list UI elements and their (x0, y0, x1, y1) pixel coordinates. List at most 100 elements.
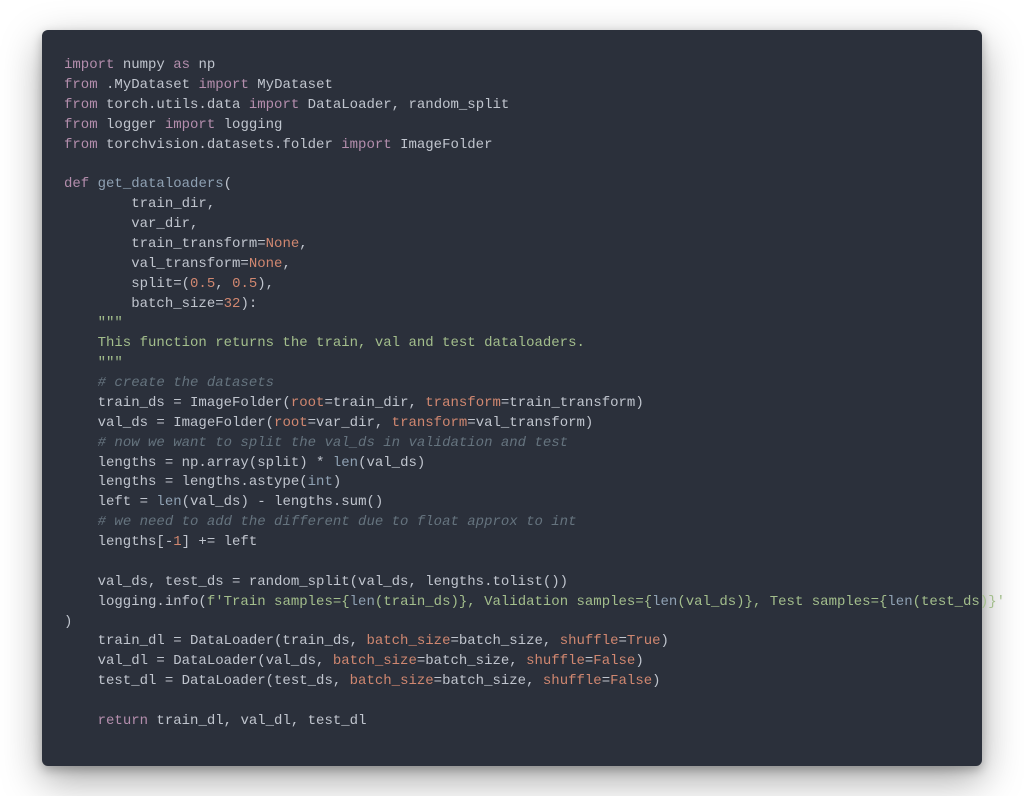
code-token-keyword: from (64, 117, 98, 133)
code-token-builtin: int (308, 474, 333, 490)
code-token-plain: ), (257, 276, 274, 292)
code-token-string: This function returns the train, val and… (64, 335, 585, 351)
code-token-const: None (266, 236, 300, 252)
code-token-plain: logging.info( (64, 594, 207, 610)
code-token-keyword: import (198, 77, 248, 93)
code-token-param: shuffle (543, 673, 602, 689)
code-token-const: False (610, 673, 652, 689)
code-token-plain (64, 713, 98, 729)
code-token-plain: MyDataset (249, 77, 333, 93)
code-token-plain: logger (98, 117, 165, 133)
code-token-plain: ) (652, 673, 660, 689)
code-token-plain: logging (215, 117, 282, 133)
code-token-plain: , (299, 236, 307, 252)
code-token-param: batch_size (366, 633, 450, 649)
code-token-string: (val_ds)}, Test samples={ (677, 594, 887, 610)
code-token-comment: # create the datasets (98, 375, 274, 391)
code-token-plain: train_transform= (64, 236, 266, 252)
code-block: import numpy as np from .MyDataset impor… (64, 56, 960, 732)
code-token-plain: torchvision.datasets.folder (98, 137, 342, 153)
code-token-param: root (274, 415, 308, 431)
code-token-plain: val_ds = ImageFolder( (64, 415, 274, 431)
code-token-plain: ] += left (182, 534, 258, 550)
code-token-param: transform (392, 415, 468, 431)
code-token-plain: = (602, 673, 610, 689)
code-token-plain: lengths = lengths.astype( (64, 474, 308, 490)
code-token-number: 0.5 (190, 276, 215, 292)
code-token-plain: , (215, 276, 232, 292)
code-token-plain: train_ds = ImageFolder( (64, 395, 291, 411)
code-token-plain: DataLoader, random_split (299, 97, 509, 113)
code-token-plain: , (282, 256, 290, 272)
code-token-const: None (249, 256, 283, 272)
code-token-plain: =batch_size, (417, 653, 526, 669)
code-token-plain: train_dir, (64, 196, 215, 212)
code-token-param: transform (425, 395, 501, 411)
code-token-plain: var_dir, (64, 216, 198, 232)
code-token-plain (64, 375, 98, 391)
code-token-plain: train_dl, val_dl, test_dl (148, 713, 366, 729)
code-token-keyword: import (64, 57, 114, 73)
code-token-param: shuffle (560, 633, 619, 649)
code-token-param: shuffle (526, 653, 585, 669)
code-token-plain: =train_dir, (324, 395, 425, 411)
code-token-plain: torch.utils.data (98, 97, 249, 113)
code-token-keyword: as (173, 57, 190, 73)
code-token-plain: val_ds, test_ds = random_split(val_ds, l… (64, 574, 568, 590)
code-token-plain: split=( (64, 276, 190, 292)
code-token-builtin: len (156, 494, 181, 510)
code-token-plain (64, 514, 98, 530)
code-token-plain: ( (224, 176, 232, 192)
code-token-plain: batch_size= (64, 296, 224, 312)
code-token-plain: val_transform= (64, 256, 249, 272)
code-token-plain: ): (240, 296, 257, 312)
code-token-plain: = (619, 633, 627, 649)
code-token-plain: .MyDataset (98, 77, 199, 93)
code-token-string: (test_ds)}' (913, 594, 1005, 610)
code-token-keyword: from (64, 137, 98, 153)
code-token-string: f'Train samples={ (207, 594, 350, 610)
code-token-builtin: len (652, 594, 677, 610)
code-token-keyword: import (165, 117, 215, 133)
code-token-plain (64, 315, 98, 331)
code-token-number: 0.5 (232, 276, 257, 292)
code-token-plain: ) (661, 633, 669, 649)
code-token-plain (64, 435, 98, 451)
code-token-const: False (593, 653, 635, 669)
code-token-builtin: len (333, 455, 358, 471)
code-token-plain: left = (64, 494, 156, 510)
code-token-plain: lengths = np.array(split) * (64, 455, 333, 471)
code-token-plain: =val_transform) (467, 415, 593, 431)
code-token-plain: val_dl = DataLoader(val_ds, (64, 653, 333, 669)
code-token-plain: (val_ds) (358, 455, 425, 471)
code-token-plain: lengths[- (64, 534, 173, 550)
code-token-keyword: import (341, 137, 391, 153)
code-token-plain: test_dl = DataLoader(test_ds, (64, 673, 350, 689)
code-token-param: root (291, 395, 325, 411)
code-card: import numpy as np from .MyDataset impor… (42, 30, 982, 766)
code-token-keyword: import (249, 97, 299, 113)
code-token-param: batch_size (333, 653, 417, 669)
code-token-plain: ) (333, 474, 341, 490)
code-token-funcname: get_dataloaders (98, 176, 224, 192)
code-token-builtin: len (350, 594, 375, 610)
code-token-plain: np (190, 57, 215, 73)
code-token-string: (train_ds)}, Validation samples={ (375, 594, 652, 610)
code-token-plain: ) (635, 653, 643, 669)
code-token-plain: =batch_size, (434, 673, 543, 689)
code-token-plain: (val_ds) - lengths.sum() (182, 494, 384, 510)
code-token-string: """ (64, 355, 123, 371)
code-token-const: True (627, 633, 661, 649)
code-token-string: """ (98, 315, 123, 331)
code-token-plain: train_dl = DataLoader(train_ds, (64, 633, 366, 649)
code-token-plain: numpy (114, 57, 173, 73)
code-token-comment: # we need to add the different due to fl… (98, 514, 577, 530)
code-token-keyword: def (64, 176, 89, 192)
code-token-plain: =batch_size, (450, 633, 559, 649)
code-token-plain (89, 176, 97, 192)
code-token-param: batch_size (350, 673, 434, 689)
code-token-plain: =var_dir, (308, 415, 392, 431)
code-token-keyword: from (64, 97, 98, 113)
code-token-keyword: from (64, 77, 98, 93)
code-token-keyword: return (98, 713, 148, 729)
